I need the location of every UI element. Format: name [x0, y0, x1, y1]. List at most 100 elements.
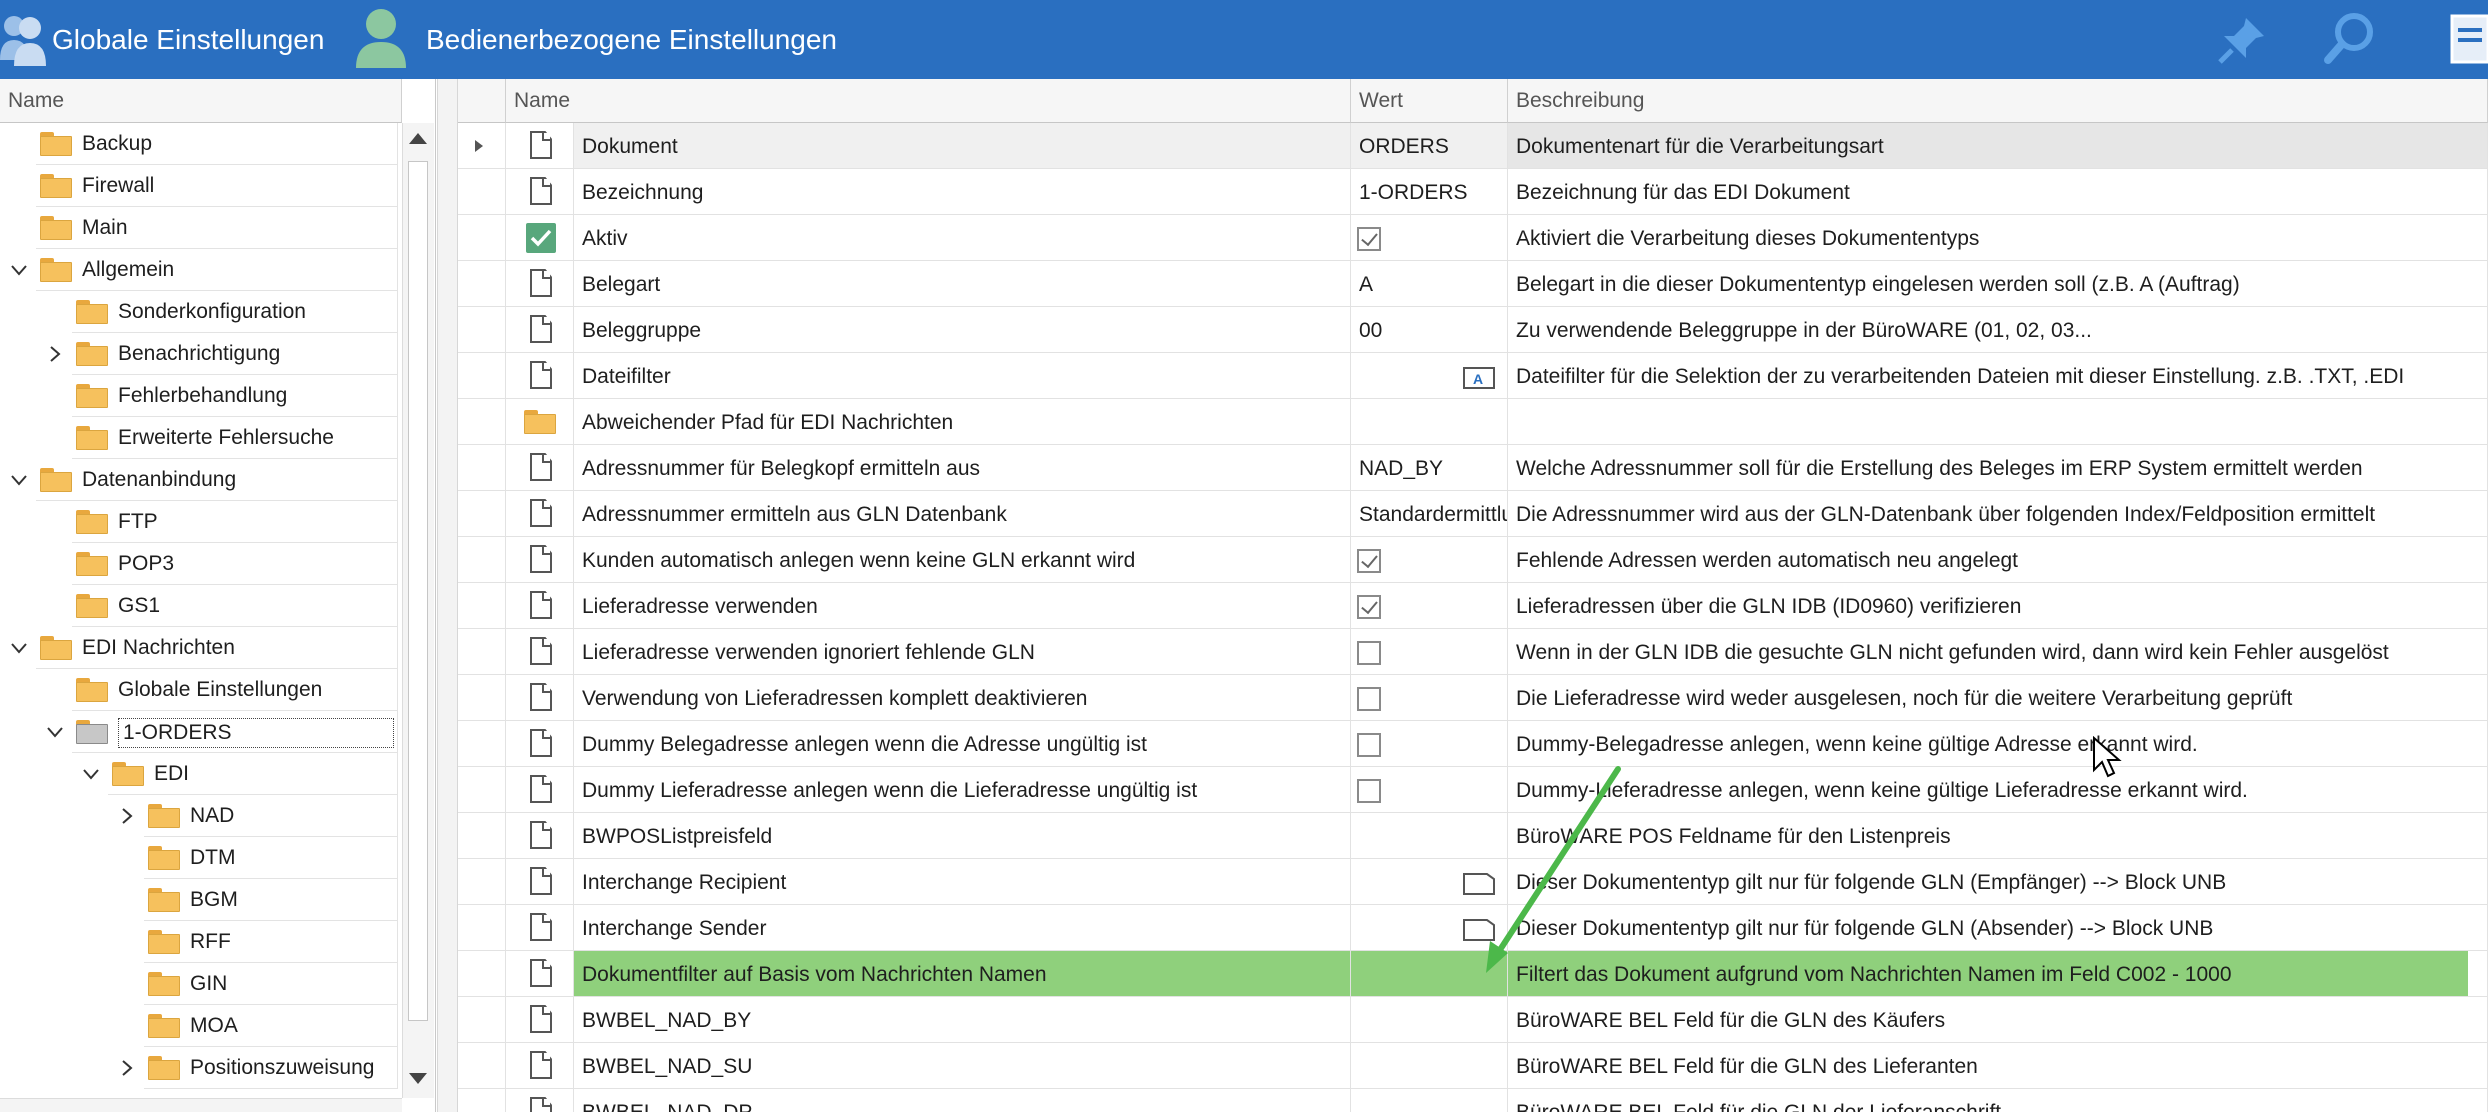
- folder-icon: [148, 930, 180, 954]
- chevron-down-icon[interactable]: [10, 639, 28, 657]
- tree-item-cell: [108, 753, 398, 795]
- folder-icon: [76, 384, 108, 408]
- folder-icon: [148, 1056, 180, 1080]
- tree-item[interactable]: EDI: [0, 753, 402, 795]
- top-toolbar: Globale Einstellungen Bedienerbezogene E…: [0, 0, 2488, 79]
- tree-item[interactable]: Main: [0, 207, 402, 249]
- chevron-down-icon[interactable]: [82, 765, 100, 783]
- chevron-down-icon[interactable]: [10, 261, 28, 279]
- tree-item-label: EDI: [154, 762, 190, 785]
- scroll-down-arrow-icon[interactable]: [409, 1073, 427, 1084]
- tree-item-cell: [144, 837, 398, 879]
- chevron-right-icon[interactable]: [118, 807, 136, 825]
- folder-icon: [40, 636, 72, 660]
- tree-item[interactable]: Datenanbindung: [0, 459, 402, 501]
- tree-item-label: GIN: [190, 972, 228, 995]
- tree-item-label: DTM: [190, 846, 236, 869]
- tree-scrollbar-thumb[interactable]: [408, 161, 428, 1021]
- tree-item[interactable]: Erweiterte Fehlersuche: [0, 417, 402, 459]
- tree-item-label: POP3: [118, 552, 175, 575]
- tree-item-label: EDI Nachrichten: [82, 636, 235, 659]
- settings-tree-panel: Name Backup Firewall Main Allgemein Sonderko…: [0, 79, 436, 1112]
- tree-item[interactable]: POP3: [0, 543, 402, 585]
- chevron-right-icon[interactable]: [118, 1059, 136, 1077]
- tree-item[interactable]: RFF: [0, 921, 402, 963]
- global-settings-label: Globale Einstellungen: [52, 24, 325, 55]
- tree-item-label: Main: [82, 216, 128, 239]
- annotation-arrow: [1486, 766, 1621, 973]
- folder-icon: [40, 216, 72, 240]
- chevron-down-icon[interactable]: [10, 471, 28, 489]
- tree-horizontal-scrollbar[interactable]: [0, 1098, 402, 1112]
- folder-icon: [76, 510, 108, 534]
- folder-icon: [40, 468, 72, 492]
- tree-item[interactable]: DTM: [0, 837, 402, 879]
- folder-icon: [40, 174, 72, 198]
- tree-item[interactable]: Firewall: [0, 165, 402, 207]
- tree-item-label: Erweiterte Fehlersuche: [118, 426, 334, 449]
- tree-item-cell: [144, 879, 398, 921]
- tree-item[interactable]: FTP: [0, 501, 402, 543]
- tree-item-label-editor[interactable]: 1-ORDERS: [118, 718, 394, 748]
- folder-icon: [148, 804, 180, 828]
- tree-item-label: Benachrichtigung: [118, 342, 281, 365]
- tree-item[interactable]: GS1: [0, 585, 402, 627]
- panel-splitter[interactable]: [437, 79, 458, 1112]
- tree-item[interactable]: Positionszuweisung: [0, 1047, 402, 1089]
- tree-item-label: Fehlerbehandlung: [118, 384, 288, 407]
- tree-item[interactable]: 1-ORDERS: [0, 711, 402, 753]
- tree-item-cell: [144, 795, 398, 837]
- tree-item-cell: [144, 963, 398, 1005]
- operator-settings-label: Bedienerbezogene Einstellungen: [426, 24, 837, 55]
- tree-item[interactable]: EDI Nachrichten: [0, 627, 402, 669]
- tree-item[interactable]: Backup: [0, 123, 402, 165]
- tree-item[interactable]: Sonderkonfiguration: [0, 291, 402, 333]
- chevron-right-icon[interactable]: [46, 345, 64, 363]
- tree-item-label: FTP: [118, 510, 158, 533]
- folder-icon: [148, 888, 180, 912]
- folder-icon: [148, 972, 180, 996]
- scroll-up-arrow-icon[interactable]: [409, 133, 427, 144]
- tree-item[interactable]: Benachrichtigung: [0, 333, 402, 375]
- folder-icon: [148, 846, 180, 870]
- tree-item[interactable]: Globale Einstellungen: [0, 669, 402, 711]
- folder-icon: [76, 300, 108, 324]
- folder-icon: [40, 258, 72, 282]
- chevron-down-icon[interactable]: [46, 723, 64, 741]
- folder-open-icon: [76, 720, 108, 744]
- folder-icon: [76, 342, 108, 366]
- operator-settings-button[interactable]: Bedienerbezogene Einstellungen: [352, 0, 837, 79]
- tree-item[interactable]: Allgemein: [0, 249, 402, 291]
- tree-item-cell: [144, 1005, 398, 1047]
- global-settings-button[interactable]: Globale Einstellungen: [0, 0, 324, 79]
- users-icon: [0, 16, 46, 66]
- tree-scrollbar[interactable]: [402, 123, 434, 1098]
- property-grid-panel: Name Wert Beschreibung Dokument ORDERS Dok…: [458, 79, 2488, 1112]
- tree-item-label: Backup: [82, 132, 153, 155]
- folder-icon: [40, 132, 72, 156]
- tree-item-label: MOA: [190, 1014, 238, 1037]
- tree-item-label: Globale Einstellungen: [118, 678, 323, 701]
- folder-icon: [112, 762, 144, 786]
- tree-item-label: Firewall: [82, 174, 155, 197]
- folder-icon: [76, 552, 108, 576]
- tree-item[interactable]: MOA: [0, 1005, 402, 1047]
- tree-item[interactable]: GIN: [0, 963, 402, 1005]
- tree-item-label: BGM: [190, 888, 238, 911]
- tree-item[interactable]: NAD: [0, 795, 402, 837]
- tree-item-label: GS1: [118, 594, 161, 617]
- tree-item[interactable]: Fehlerbehandlung: [0, 375, 402, 417]
- layout-icon[interactable]: [2448, 12, 2488, 66]
- search-icon[interactable]: [2322, 10, 2378, 66]
- user-icon: [356, 9, 406, 68]
- folder-icon: [76, 426, 108, 450]
- tree-column-header[interactable]: Name: [0, 79, 402, 123]
- tree-item[interactable]: BGM: [0, 879, 402, 921]
- pin-icon[interactable]: [2216, 14, 2268, 66]
- folder-icon: [76, 678, 108, 702]
- mouse-cursor-icon: [2093, 736, 2122, 778]
- tree-item-label: RFF: [190, 930, 231, 953]
- tree-item-label: NAD: [190, 804, 235, 827]
- folder-icon: [148, 1014, 180, 1038]
- tree-item-label: Datenanbindung: [82, 468, 237, 491]
